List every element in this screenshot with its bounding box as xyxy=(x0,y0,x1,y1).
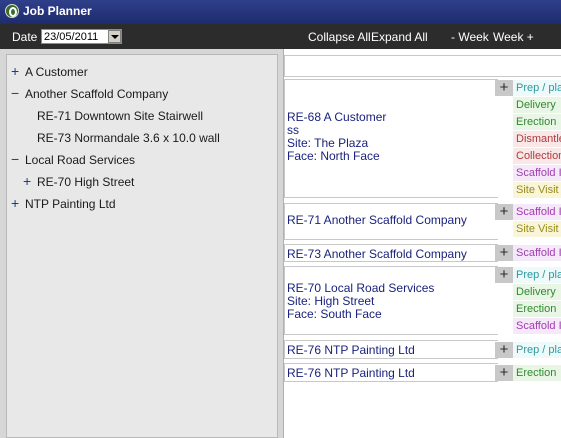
add-task-button[interactable]: + xyxy=(495,267,513,283)
task-chip[interactable]: Scaffold I xyxy=(513,165,561,181)
tree-item[interactable]: RE-71 Downtown Site Stairwell xyxy=(37,109,203,127)
expand-icon[interactable]: + xyxy=(23,174,34,188)
job-card[interactable]: RE-73 Another Scaffold Company xyxy=(284,244,498,262)
task-chip[interactable]: Scaffold I xyxy=(513,204,561,220)
task-chip[interactable]: Prep / pla xyxy=(513,342,561,358)
next-week-button[interactable]: Week + xyxy=(493,30,534,44)
schedule-header xyxy=(284,55,561,77)
add-task-button[interactable]: + xyxy=(495,245,513,261)
task-chip[interactable]: Erection xyxy=(513,301,561,317)
job-text-line: RE-71 Another Scaffold Company xyxy=(287,213,467,227)
prev-week-button[interactable]: - Week xyxy=(451,30,489,44)
date-label: Date xyxy=(12,30,38,44)
task-chip[interactable]: Collection xyxy=(513,148,561,164)
job-text-line: Face: North Face xyxy=(287,149,380,163)
add-task-button[interactable]: + xyxy=(495,365,513,381)
task-chip[interactable]: Delivery xyxy=(513,284,561,300)
date-dropdown-button[interactable] xyxy=(108,30,121,43)
task-chip[interactable]: Erection xyxy=(513,365,561,381)
task-chip[interactable]: Site Visit xyxy=(513,182,561,198)
expand-all-button[interactable]: Expand All xyxy=(371,30,428,44)
job-text-line: RE-73 Another Scaffold Company xyxy=(287,247,467,261)
task-chip[interactable]: Prep / pla xyxy=(513,267,561,283)
job-card[interactable]: RE-76 NTP Painting Ltd xyxy=(284,340,498,359)
task-chip[interactable]: Erection xyxy=(513,114,561,130)
task-chip[interactable]: Scaffold I xyxy=(513,318,561,334)
job-text-line: ss xyxy=(287,123,299,137)
job-text-line: RE-76 NTP Painting Ltd xyxy=(287,343,415,357)
add-task-button[interactable]: + xyxy=(495,342,513,358)
job-text-line: Face: South Face xyxy=(287,307,382,321)
task-chip[interactable]: Dismantle xyxy=(513,131,561,147)
job-card[interactable]: RE-70 Local Road Services Site: High Stre… xyxy=(284,266,498,335)
collapse-icon[interactable]: − xyxy=(11,86,22,100)
job-card[interactable]: RE-68 A Customer ss Site: The Plaza Face: N… xyxy=(284,79,498,198)
job-text-line: Site: The Plaza xyxy=(287,136,369,150)
tree-item[interactable]: RE-73 Normandale 3.6 x 10.0 wall xyxy=(37,131,220,149)
job-text-line: Site: High Street xyxy=(287,294,375,308)
tree-item[interactable]: NTP Painting Ltd xyxy=(25,197,116,215)
job-card[interactable]: RE-76 NTP Painting Ltd xyxy=(284,363,498,382)
expand-icon[interactable]: + xyxy=(11,196,22,210)
tree-item[interactable]: A Customer xyxy=(25,65,88,83)
add-task-button[interactable]: + xyxy=(495,204,513,220)
task-chip[interactable]: Prep / pla xyxy=(513,80,561,96)
title-bar: Job Planner xyxy=(0,0,561,24)
collapse-icon[interactable]: − xyxy=(11,152,22,166)
tree-item[interactable]: RE-70 High Street xyxy=(37,175,134,193)
job-text-line: RE-68 A Customer xyxy=(287,110,387,124)
job-card[interactable]: RE-71 Another Scaffold Company xyxy=(284,203,498,240)
app-icon xyxy=(5,4,19,18)
job-text-line: RE-70 Local Road Services xyxy=(287,281,435,295)
job-text-line: RE-76 NTP Painting Ltd xyxy=(287,366,415,380)
tree-item[interactable]: Local Road Services xyxy=(25,153,135,171)
expand-icon[interactable]: + xyxy=(11,64,22,78)
collapse-all-button[interactable]: Collapse All xyxy=(308,30,371,44)
task-chip[interactable]: Scaffold I xyxy=(513,245,561,261)
window-title: Job Planner xyxy=(23,4,92,18)
add-task-button[interactable]: + xyxy=(495,80,513,96)
task-chip[interactable]: Site Visit xyxy=(513,221,561,237)
tree-item[interactable]: Another Scaffold Company xyxy=(25,87,168,105)
task-chip[interactable]: Delivery xyxy=(513,97,561,113)
